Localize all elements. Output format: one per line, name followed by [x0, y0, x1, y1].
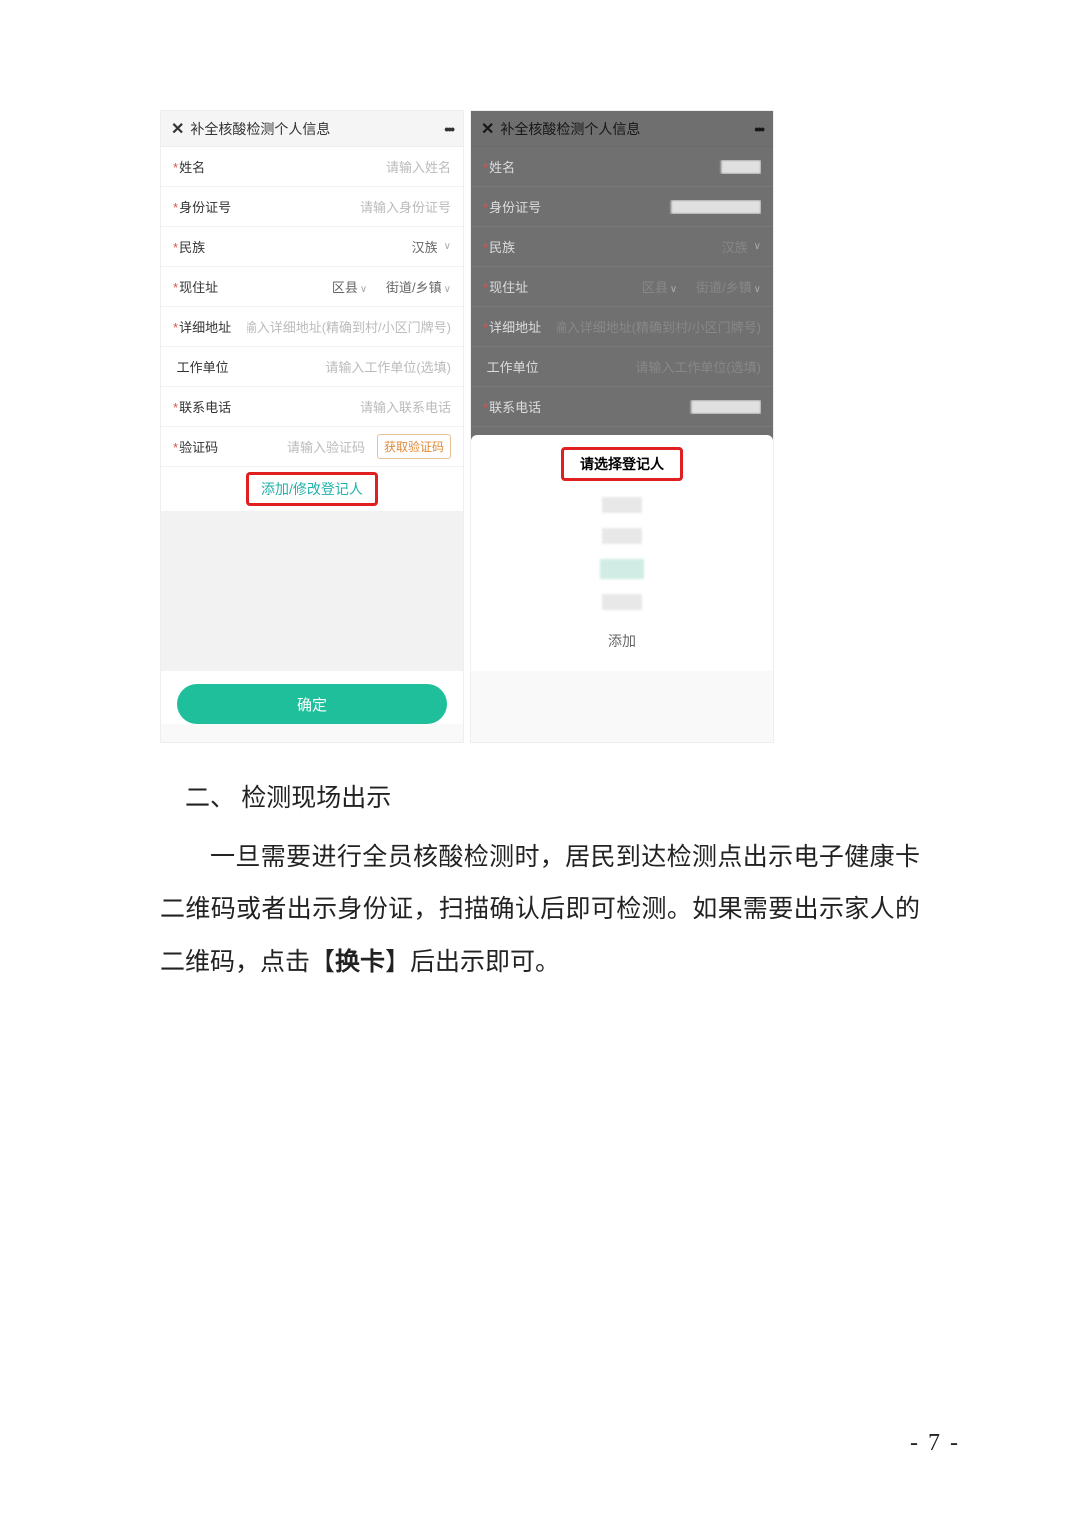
chevron-down-icon: ∨ [444, 241, 451, 252]
confirm-button[interactable]: 确定 [177, 684, 447, 724]
row-name: *姓名 请输入姓名 [161, 147, 463, 187]
redacted-phone [691, 400, 761, 414]
ethnicity-select[interactable]: 汉族∨ [247, 237, 451, 256]
more-icon[interactable]: ••• [754, 121, 763, 137]
id-input[interactable]: 请输入身份证号 [247, 197, 451, 216]
phone-input[interactable]: 请输入联系电话 [247, 397, 451, 416]
close-icon[interactable]: ✕ [481, 119, 494, 139]
registrant-option[interactable] [602, 594, 642, 610]
row-ethnicity: *民族 汉族∨ [161, 227, 463, 267]
paragraph: 一旦需要进行全员核酸检测时，居民到达检测点出示电子健康卡二维码或者出示身份证，扫… [160, 832, 920, 990]
document-body: 二、 检测现场出示 一旦需要进行全员核酸检测时，居民到达检测点出示电子健康卡二维… [160, 773, 920, 989]
detail-input[interactable]: 请输入详细地址(精确到村/小区门牌号) [247, 317, 451, 336]
redacted-id [671, 200, 761, 214]
sheet-title: 请选择登记人 [561, 447, 683, 481]
registrant-sheet: 请选择登记人 添加 [471, 435, 773, 671]
phone-header-2: ✕ 补全核酸检测个人信息 ••• [471, 111, 773, 147]
work-input[interactable]: 请输入工作单位(选填) [247, 357, 451, 376]
row-work: 工作单位 请输入工作单位(选填) [161, 347, 463, 387]
row-phone: *联系电话 请输入联系电话 [161, 387, 463, 427]
district-select[interactable]: 区县∨ [332, 277, 367, 296]
redacted-name [721, 160, 761, 174]
township-select[interactable]: 街道/乡镇∨ [386, 277, 451, 296]
row-id: *身份证号 请输入身份证号 [161, 187, 463, 227]
add-modify-row: 添加/修改登记人 [161, 467, 463, 511]
phone-screenshot-2: ✕ 补全核酸检测个人信息 ••• *姓名 *身份证号 *民族 汉族 [470, 110, 774, 743]
page-number: - 7 - [910, 1430, 960, 1457]
captcha-input[interactable]: 请输入验证码 [287, 437, 365, 456]
phone-header: ✕ 补全核酸检测个人信息 ••• [161, 111, 463, 147]
section-heading: 二、 检测现场出示 [160, 773, 920, 826]
more-icon[interactable]: ••• [444, 121, 453, 137]
row-captcha: *验证码 请输入验证码 获取验证码 [161, 427, 463, 467]
registrant-option[interactable] [600, 559, 644, 579]
row-address: *现住址 区县∨ 街道/乡镇∨ [161, 267, 463, 307]
phone-screenshot-1: ✕ 补全核酸检测个人信息 ••• *姓名 请输入姓名 *身份证号 请输入身份证号… [160, 110, 464, 743]
screenshots-row: ✕ 补全核酸检测个人信息 ••• *姓名 请输入姓名 *身份证号 请输入身份证号… [160, 110, 920, 743]
row-detail: *详细地址 请输入详细地址(精确到村/小区门牌号) [161, 307, 463, 347]
sheet-add-button[interactable]: 添加 [608, 631, 636, 651]
phone-title: 补全核酸检测个人信息 [190, 119, 444, 139]
add-modify-registrant-link[interactable]: 添加/修改登记人 [246, 472, 378, 506]
name-input[interactable]: 请输入姓名 [247, 157, 451, 176]
empty-area [161, 511, 463, 671]
close-icon[interactable]: ✕ [171, 119, 184, 139]
phone-title-2: 补全核酸检测个人信息 [500, 119, 754, 139]
registrant-option[interactable] [602, 528, 642, 544]
get-code-button[interactable]: 获取验证码 [377, 434, 451, 459]
registrant-option[interactable] [602, 497, 642, 513]
